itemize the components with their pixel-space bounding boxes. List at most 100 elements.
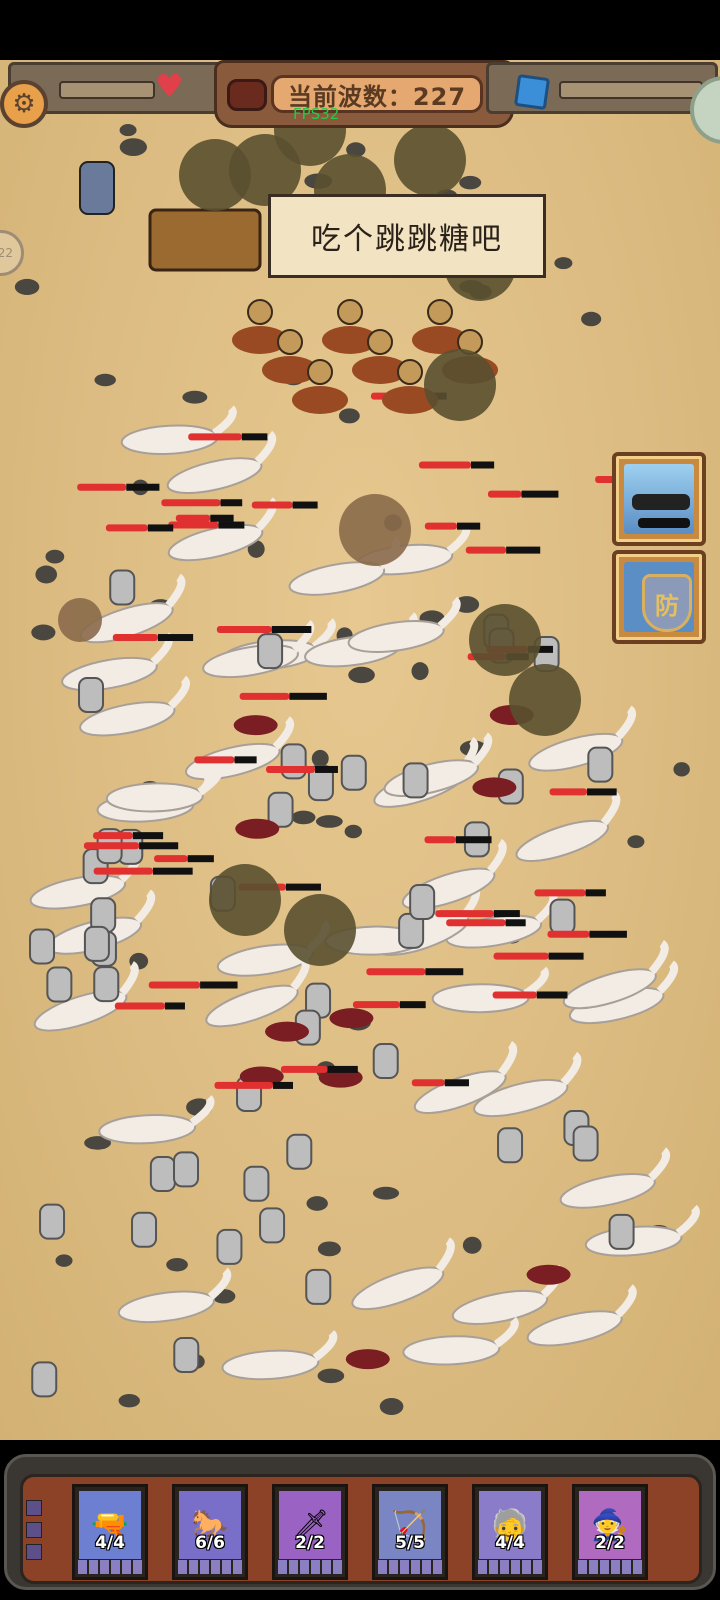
fps-counter: FPS32 <box>293 105 340 123</box>
mini-icon-3[interactable] <box>26 1544 42 1560</box>
soldier-sprite <box>243 1165 270 1202</box>
soldier-sprite <box>608 1213 635 1250</box>
wolf-sprite <box>351 1237 455 1311</box>
shield-icon: 防 <box>642 574 692 632</box>
trait-icons <box>378 1560 442 1574</box>
rat-sprite <box>329 1008 374 1029</box>
enemy-hp-bar-empty <box>157 634 194 642</box>
soldier-sprite <box>372 1043 399 1080</box>
wolf-sprite <box>584 1204 700 1257</box>
unit-card-assassin[interactable]: 🗡 2/2 <box>272 1484 348 1580</box>
sword-icon <box>638 518 690 528</box>
enemy-hp-bar <box>487 490 522 498</box>
wolf-sprite <box>431 966 549 1014</box>
soldier-sprite <box>29 928 56 965</box>
enemy-hp-bar-empty <box>147 524 174 532</box>
enemy-hp-bar-empty <box>200 981 238 989</box>
rat-sprite <box>235 818 280 839</box>
soldier-sprite <box>340 754 367 791</box>
soldier-sprite <box>549 898 576 935</box>
smoke-cloud <box>339 494 411 566</box>
gunner-hero-sprite <box>79 161 115 215</box>
enemy-hp-bar-empty <box>587 788 617 796</box>
enemy-hp-bar <box>93 867 153 875</box>
enemy-hp-bar <box>251 501 293 509</box>
enemy-hp-bar <box>105 524 148 532</box>
enemy-hp-bar <box>549 788 588 796</box>
smoke-cloud <box>58 598 102 642</box>
enemy-hp-bar-empty <box>470 461 495 469</box>
enemy-hp-bar <box>547 930 590 938</box>
horse-sprite <box>292 386 348 414</box>
unit-card-gunner[interactable]: 🔫 4/4 <box>72 1484 148 1580</box>
enemy-hp-bar <box>446 919 506 927</box>
rider-sprite <box>367 329 393 355</box>
rider-sprite <box>277 329 303 355</box>
rock <box>344 824 362 839</box>
enemy-hp-bar-empty <box>425 968 464 976</box>
unit-count: 2/2 <box>295 1533 325 1553</box>
enemy-hp-bar-empty <box>234 756 257 764</box>
soldier-sprite <box>409 884 436 921</box>
smoke-cloud <box>509 664 581 736</box>
settings-gear-icon[interactable]: ⚙ <box>0 80 48 128</box>
catapult-sprite <box>148 208 262 272</box>
trait-icons <box>478 1560 542 1574</box>
enemy-hp-bar <box>161 499 221 507</box>
enemy-hp-bar-empty <box>289 692 327 700</box>
wolf-sprite <box>347 596 461 653</box>
enemy-hp-bar-empty <box>126 483 160 491</box>
unit-card-ballista[interactable]: 🏹 5/5 <box>372 1484 448 1580</box>
rat-sprite <box>345 1349 390 1370</box>
smoke-cloud <box>284 894 356 966</box>
enemy-hp-bar-empty <box>271 625 312 633</box>
enemy-hp-bar-empty <box>132 832 164 840</box>
unit-count: 5/5 <box>395 1533 425 1553</box>
soldier-sprite <box>305 1268 332 1305</box>
enemy-hp-bar-empty <box>327 1065 358 1073</box>
enemy-hp-bar <box>492 991 537 999</box>
soldier-sprite <box>149 1156 176 1193</box>
enemy-hp-bar-empty <box>285 883 321 891</box>
unit-card-wizard[interactable]: 🧙 2/2 <box>572 1484 648 1580</box>
barrage-skill-button[interactable] <box>612 452 706 546</box>
enemy-hp-bar-empty <box>315 765 338 773</box>
enemy-hp-bar-empty <box>456 522 481 530</box>
health-bar <box>59 81 155 99</box>
wolf-sprite <box>559 1147 671 1209</box>
unit-card-monk[interactable]: 🧓 4/4 <box>472 1484 548 1580</box>
arrow-volley-icon <box>632 494 690 510</box>
enemy-hp-bar-empty <box>589 930 627 938</box>
rock <box>581 311 602 327</box>
trait-icons <box>178 1560 242 1574</box>
enemy-hp-bar <box>194 756 235 764</box>
defense-skill-button[interactable]: 防 <box>612 550 706 644</box>
enemy-hp-bar <box>154 855 188 863</box>
enemy-hp-bar-empty <box>548 952 584 960</box>
rock <box>291 810 316 825</box>
enemy-hp-bar <box>534 889 586 897</box>
smoke-cloud <box>424 349 496 421</box>
enemy-hp-bar-empty <box>536 991 568 999</box>
enemy-hp-bar <box>216 625 272 633</box>
rider-sprite <box>427 299 453 325</box>
rock <box>182 390 208 404</box>
soldier-sprite <box>280 743 307 780</box>
unit-card-cavalry[interactable]: 🐎 6/6 <box>172 1484 248 1580</box>
mini-icon-1[interactable] <box>26 1500 42 1516</box>
pause-icon[interactable] <box>227 79 267 111</box>
rock <box>379 1398 404 1416</box>
rock <box>348 666 375 684</box>
soldier-sprite <box>572 1125 599 1162</box>
trait-icons <box>578 1560 642 1574</box>
rock <box>462 1236 482 1254</box>
rock <box>372 1186 400 1200</box>
soldier-sprite <box>259 1207 286 1244</box>
smoke-cloud <box>469 604 541 676</box>
enemy-hp-bar-empty <box>187 855 214 863</box>
wolf-sprite <box>120 405 237 455</box>
enemy-hp-bar-empty <box>521 490 559 498</box>
wave-banner: 当前波数：227 <box>214 60 514 128</box>
rock <box>627 835 645 849</box>
mini-icon-2[interactable] <box>26 1522 42 1538</box>
